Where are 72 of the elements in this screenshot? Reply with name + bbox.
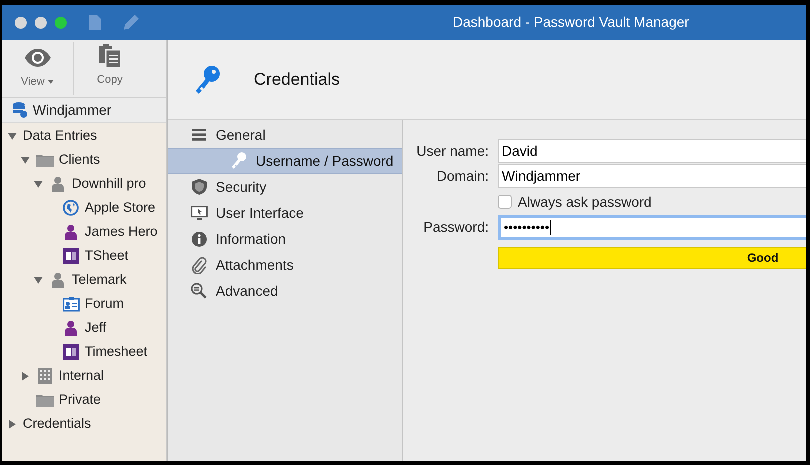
section-item[interactable]: Attachments: [168, 252, 402, 278]
tree-item[interactable]: Jeff: [85, 318, 107, 338]
password-field[interactable]: ••••••••••: [498, 215, 806, 240]
paperclip-icon: [192, 256, 206, 274]
field-label: Domain:: [436, 166, 489, 186]
tree-item[interactable]: Private: [59, 390, 102, 410]
tree-item[interactable]: James Hero: [85, 222, 158, 242]
tree-item[interactable]: Data Entries: [23, 126, 98, 146]
dropdown-caret-icon: [48, 80, 54, 84]
copy-icon: [99, 44, 121, 68]
section-label: Attachments: [216, 256, 294, 274]
section-item[interactable]: Advanced: [168, 278, 402, 304]
field-label: Password:: [422, 218, 489, 237]
section-label: General: [216, 126, 266, 144]
folder-icon: [36, 393, 54, 407]
shield-icon: [192, 179, 206, 195]
username-field[interactable]: David: [498, 139, 806, 163]
section-item[interactable]: Security: [168, 174, 402, 200]
tree-item[interactable]: Apple Store: [85, 198, 156, 218]
monitor-icon: [190, 206, 208, 220]
collapse-arrow-icon[interactable]: [8, 132, 17, 140]
spreadsheet-icon: [63, 344, 79, 360]
collapse-arrow-icon[interactable]: [34, 180, 43, 188]
section-item[interactable]: General: [168, 122, 402, 148]
person-icon: [64, 320, 78, 336]
person-icon: [51, 272, 65, 288]
tree-item[interactable]: TSheet: [85, 246, 129, 266]
key-icon: [231, 152, 247, 170]
window-title: Dashboard - Password Vault Manager: [453, 13, 690, 32]
vault-name[interactable]: Windjammer: [33, 100, 112, 120]
tree-item[interactable]: Credentials: [23, 414, 92, 434]
section-item[interactable]: Username / Password: [168, 148, 402, 174]
section-label: Username / Password: [256, 152, 394, 170]
database-icon: [12, 102, 28, 118]
section-label: Advanced: [216, 282, 278, 300]
spreadsheet-icon: [63, 248, 79, 264]
tree-item[interactable]: Forum: [85, 294, 124, 314]
section-label: Security: [216, 178, 267, 197]
tree-item[interactable]: Timesheet: [85, 342, 148, 362]
person-icon: [64, 224, 78, 240]
expand-arrow-icon[interactable]: [8, 420, 17, 428]
toolbar-button[interactable]: Copy: [74, 40, 146, 97]
section-item[interactable]: User Interface: [168, 200, 402, 226]
collapse-arrow-icon[interactable]: [21, 156, 30, 164]
eye-icon: [24, 49, 52, 67]
collapse-arrow-icon[interactable]: [34, 276, 43, 284]
toolbar-button[interactable]: View: [2, 42, 74, 95]
key-icon: [195, 64, 221, 94]
section-item[interactable]: Information: [168, 226, 402, 252]
tree-item[interactable]: Clients: [59, 150, 100, 170]
minimize-window-button[interactable]: [35, 16, 47, 28]
folder-icon: [36, 153, 54, 167]
magnifier-icon: [191, 283, 207, 299]
tree-item[interactable]: Internal: [59, 366, 104, 386]
checkbox[interactable]: [498, 195, 512, 209]
id-card-icon: [62, 296, 80, 312]
expand-arrow-icon[interactable]: [21, 372, 30, 380]
section-label: User Interface: [216, 204, 304, 222]
strength-label: Good: [746, 250, 779, 267]
header-title: Credentials: [254, 68, 340, 91]
domain-field[interactable]: Windjammer: [498, 164, 806, 188]
section-label: Information: [216, 230, 286, 248]
tree-item[interactable]: Telemark: [72, 270, 127, 290]
checkbox-label: Always ask password: [518, 192, 652, 212]
info-icon: [192, 232, 206, 246]
field-label: User name:: [416, 142, 489, 160]
tree-item[interactable]: Downhill pro: [72, 174, 146, 194]
list-icon: [192, 129, 206, 141]
building-icon: [38, 368, 52, 384]
close-window-button[interactable]: [15, 16, 27, 28]
person-icon: [51, 176, 65, 192]
globe-icon: [63, 200, 79, 216]
